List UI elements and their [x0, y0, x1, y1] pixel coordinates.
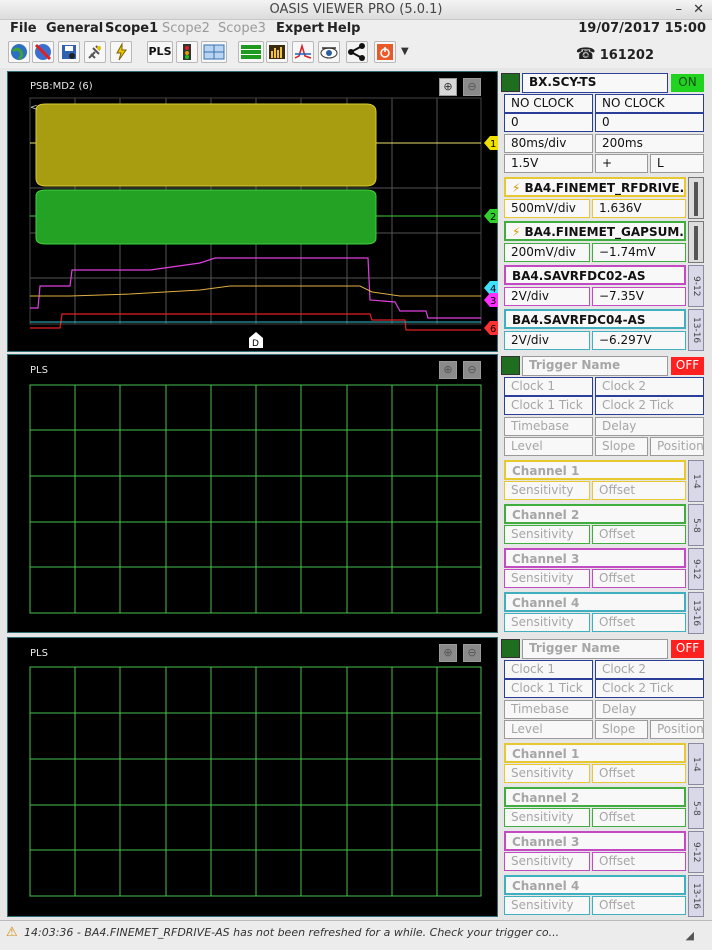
scope3-ch2-sens[interactable]: Sensitivity [504, 808, 590, 827]
scope3-tab-9-12[interactable]: 9-12 [688, 831, 704, 873]
scope3-slope[interactable]: Slope [595, 720, 648, 739]
status-message: 14:03:36 - BA4.FINEMET_RFDRIVE-AS has no… [24, 926, 560, 939]
scope3-ch3-sens[interactable]: Sensitivity [504, 852, 590, 871]
scope3-tick2[interactable]: Clock 2 Tick [595, 679, 704, 698]
scope3-tab-5-8[interactable]: 5-8 [688, 787, 704, 829]
scope3-ch4-sens[interactable]: Sensitivity [504, 896, 590, 915]
scope3-ch1-sens[interactable]: Sensitivity [504, 764, 590, 783]
scope3-tab-1-4[interactable]: 1-4 [688, 743, 704, 785]
scope3-ch3-offset[interactable]: Offset [592, 852, 686, 871]
warning-icon: ⚠ [6, 925, 18, 940]
scope3-ch3-name[interactable]: Channel 3 [504, 831, 686, 851]
scope3-trigger-name[interactable]: Trigger Name [522, 639, 668, 659]
scope3-color-square[interactable] [501, 639, 520, 658]
scope3-position[interactable]: Position [650, 720, 704, 739]
scope3-off-button[interactable]: OFF [671, 640, 704, 658]
scope3-clock1[interactable]: Clock 1 [504, 660, 593, 679]
scope3-tick1[interactable]: Clock 1 Tick [504, 679, 593, 698]
resize-grip-icon[interactable]: ◢ [686, 929, 694, 942]
scope3-timebase[interactable]: Timebase [504, 700, 593, 719]
scope3-ch2-offset[interactable]: Offset [592, 808, 686, 827]
scope3-ch4-offset[interactable]: Offset [592, 896, 686, 915]
status-bar: ⚠ 14:03:36 - BA4.FINEMET_RFDRIVE-AS has … [0, 920, 712, 950]
scope3-ch4-name[interactable]: Channel 4 [504, 875, 686, 895]
scope3-ch1-name[interactable]: Channel 1 [504, 743, 686, 763]
scope3-delay[interactable]: Delay [595, 700, 704, 719]
scope3-ch2-name[interactable]: Channel 2 [504, 787, 686, 807]
scope3-tab-13-16[interactable]: 13-16 [688, 875, 704, 917]
scope3-level[interactable]: Level [504, 720, 593, 739]
scope3-clock2[interactable]: Clock 2 [595, 660, 704, 679]
scope3-ch1-offset[interactable]: Offset [592, 764, 686, 783]
